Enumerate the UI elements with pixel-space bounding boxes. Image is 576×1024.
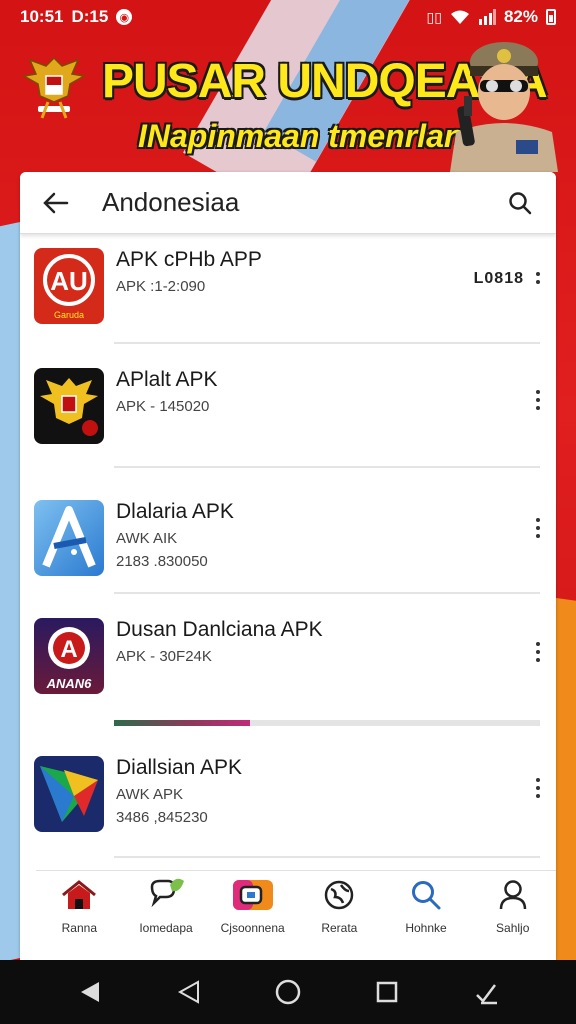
nav-item-home[interactable]: Ranna: [36, 871, 123, 958]
search-button[interactable]: [504, 187, 536, 219]
home-circle-icon: [275, 979, 301, 1005]
app-name: Dusan Danlciana APK: [116, 618, 323, 641]
app-list-item[interactable]: AU Garuda APK cPHb APP APK :1-2:090 L081…: [20, 248, 556, 324]
header-banner: PUSAR UNDQEANA INapinmaan tmenrlan: [0, 36, 576, 172]
app-icon: AU Garuda: [34, 248, 104, 324]
app-meta: APK - 145020: [116, 398, 210, 415]
app-icon-subtext: Garuda: [54, 310, 84, 320]
nav-item-explore[interactable]: Rerata: [296, 871, 383, 958]
more-options-button[interactable]: [534, 778, 542, 798]
profile-icon: [499, 880, 526, 910]
globe-icon: [325, 880, 354, 910]
system-gesture-button[interactable]: [466, 972, 506, 1012]
banner-subtitle: INapinmaan tmenrlan: [138, 118, 464, 154]
divider: [114, 342, 540, 344]
app-name: Dlalaria APK: [116, 500, 234, 523]
nav-label: Iomedapa: [139, 921, 193, 935]
app-info: Dlalaria APK AWK AIK 2183 .830050: [116, 500, 234, 570]
app-icon: [34, 500, 104, 576]
search-icon: [509, 191, 532, 214]
app-name: APlalt APK: [116, 368, 218, 391]
nav-item-search[interactable]: Hohnke: [383, 871, 470, 958]
nav-label: Hohnke: [405, 921, 447, 935]
police-officer-illustration: [450, 42, 558, 172]
nav-item-chat[interactable]: Iomedapa: [123, 871, 210, 958]
gesture-icon: [476, 984, 498, 1005]
system-back-outline-button[interactable]: [169, 972, 209, 1012]
bottom-navigation: Ranna Iomedapa Cjsoonnena Rerata Hohnke …: [36, 870, 556, 958]
status-bar: 10:51 D:15 ◉ ▯▯ 82%: [0, 0, 576, 34]
app-meta: APK - 30F24K: [116, 648, 212, 665]
system-recents-button[interactable]: [367, 972, 407, 1012]
app-icon: A ANAN6: [34, 618, 104, 694]
more-options-button[interactable]: [534, 518, 542, 538]
chat-icon: [150, 878, 184, 908]
app-list-item[interactable]: Diallsian APK AWK APK 3486 ,845230: [20, 756, 556, 832]
status-time: 10:51: [20, 7, 64, 26]
system-home-button[interactable]: [268, 972, 308, 1012]
app-name: Diallsian APK: [116, 756, 243, 779]
app-list-card: Andonesiaa AU Garuda APK cPHb APP APK :1…: [20, 172, 556, 960]
divider: [114, 466, 540, 468]
app-info: APlalt APK APK - 145020: [116, 368, 218, 415]
nav-label: Ranna: [61, 921, 98, 935]
app-info: Dusan Danlciana APK APK - 30F24K: [116, 618, 323, 665]
system-navigation-bar: [0, 960, 576, 1024]
home-icon: [62, 880, 97, 909]
app-info: Diallsian APK AWK APK 3486 ,845230: [116, 756, 242, 826]
apps-icon: [232, 880, 273, 910]
app-side-value: L0818: [473, 270, 524, 287]
notification-icon: ◉: [116, 9, 133, 25]
app-meta-secondary: 2183 .830050: [116, 553, 208, 570]
search-query[interactable]: Andonesiaa: [102, 187, 504, 218]
more-options-button[interactable]: [534, 272, 542, 284]
battery-percent: 82%: [503, 7, 538, 26]
app-icon-text: A: [60, 636, 77, 663]
app-icon-text: AU: [50, 266, 88, 296]
divider: [114, 856, 540, 858]
nav-item-apps[interactable]: Cjsoonnena: [209, 871, 296, 958]
more-options-button[interactable]: [534, 642, 542, 662]
battery-icon: [546, 9, 556, 25]
vibrate-icon: ▯▯: [426, 8, 442, 25]
wifi-icon: [450, 10, 469, 24]
nav-label: Rerata: [321, 921, 358, 935]
search-icon: [412, 881, 441, 910]
search-bar: Andonesiaa: [20, 172, 556, 234]
play-back-icon: [80, 982, 99, 1002]
app-name: APK cPHb APP: [116, 248, 262, 271]
status-extra: D:15: [71, 7, 109, 26]
download-progress-bar: [114, 720, 540, 726]
app-list-item[interactable]: A ANAN6 Dusan Danlciana APK APK - 30F24K: [20, 618, 556, 694]
app-icon: [34, 756, 104, 832]
app-icon-subtext: ANAN6: [46, 676, 93, 691]
garuda-emblem-icon: [22, 56, 86, 119]
back-arrow-icon: [43, 192, 69, 213]
nav-item-profile[interactable]: Sahljo: [469, 871, 556, 958]
app-list-item[interactable]: APlalt APK APK - 145020: [20, 368, 556, 444]
divider: [114, 592, 540, 594]
app-meta: APK :1-2:090: [116, 278, 206, 295]
signal-icon: [478, 9, 496, 25]
recents-square-icon: [376, 981, 398, 1003]
app-icon: [34, 368, 104, 444]
garuda-app-icon: [40, 378, 98, 436]
app-info: APK cPHb APP APK :1-2:090: [116, 248, 262, 295]
back-button[interactable]: [40, 187, 72, 219]
app-meta: AWK AIK: [116, 530, 178, 547]
app-list-item[interactable]: Dlalaria APK AWK AIK 2183 .830050: [20, 500, 556, 576]
more-options-button[interactable]: [534, 390, 542, 410]
app-meta-secondary: 3486 ,845230: [116, 809, 208, 826]
app-meta: AWK APK: [116, 786, 183, 803]
system-back-button[interactable]: [70, 972, 110, 1012]
nav-label: Cjsoonnena: [220, 921, 285, 935]
nav-label: Sahljo: [496, 921, 530, 935]
back-triangle-icon: [177, 980, 199, 1004]
download-progress-fill: [114, 720, 251, 726]
